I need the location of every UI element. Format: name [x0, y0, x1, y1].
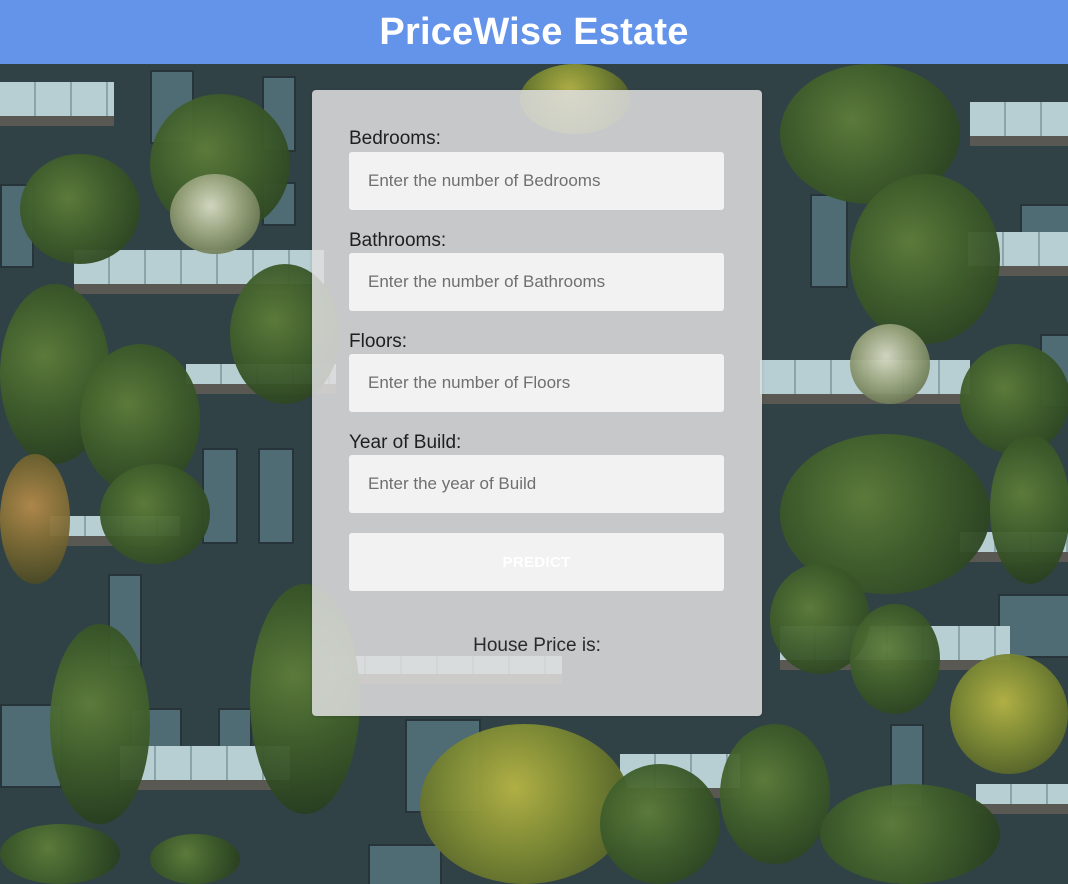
floors-input[interactable]	[349, 354, 724, 412]
bedrooms-label: Bedrooms:	[349, 128, 441, 149]
bathrooms-label: Bathrooms:	[349, 230, 447, 251]
bathrooms-input[interactable]	[349, 253, 724, 311]
house-price-result: House Price is:	[473, 635, 601, 656]
year-of-build-input[interactable]	[349, 455, 724, 513]
floors-label: Floors:	[349, 331, 408, 352]
predict-button[interactable]: PREDICT	[349, 533, 724, 591]
bedrooms-input[interactable]	[349, 152, 724, 210]
app-header: PriceWise Estate	[0, 0, 1068, 64]
prediction-form: Bedrooms: Bathrooms: Floors: Year of Bui…	[312, 90, 762, 716]
year-of-build-label: Year of Build:	[349, 432, 462, 453]
app-title: PriceWise Estate	[379, 10, 689, 53]
